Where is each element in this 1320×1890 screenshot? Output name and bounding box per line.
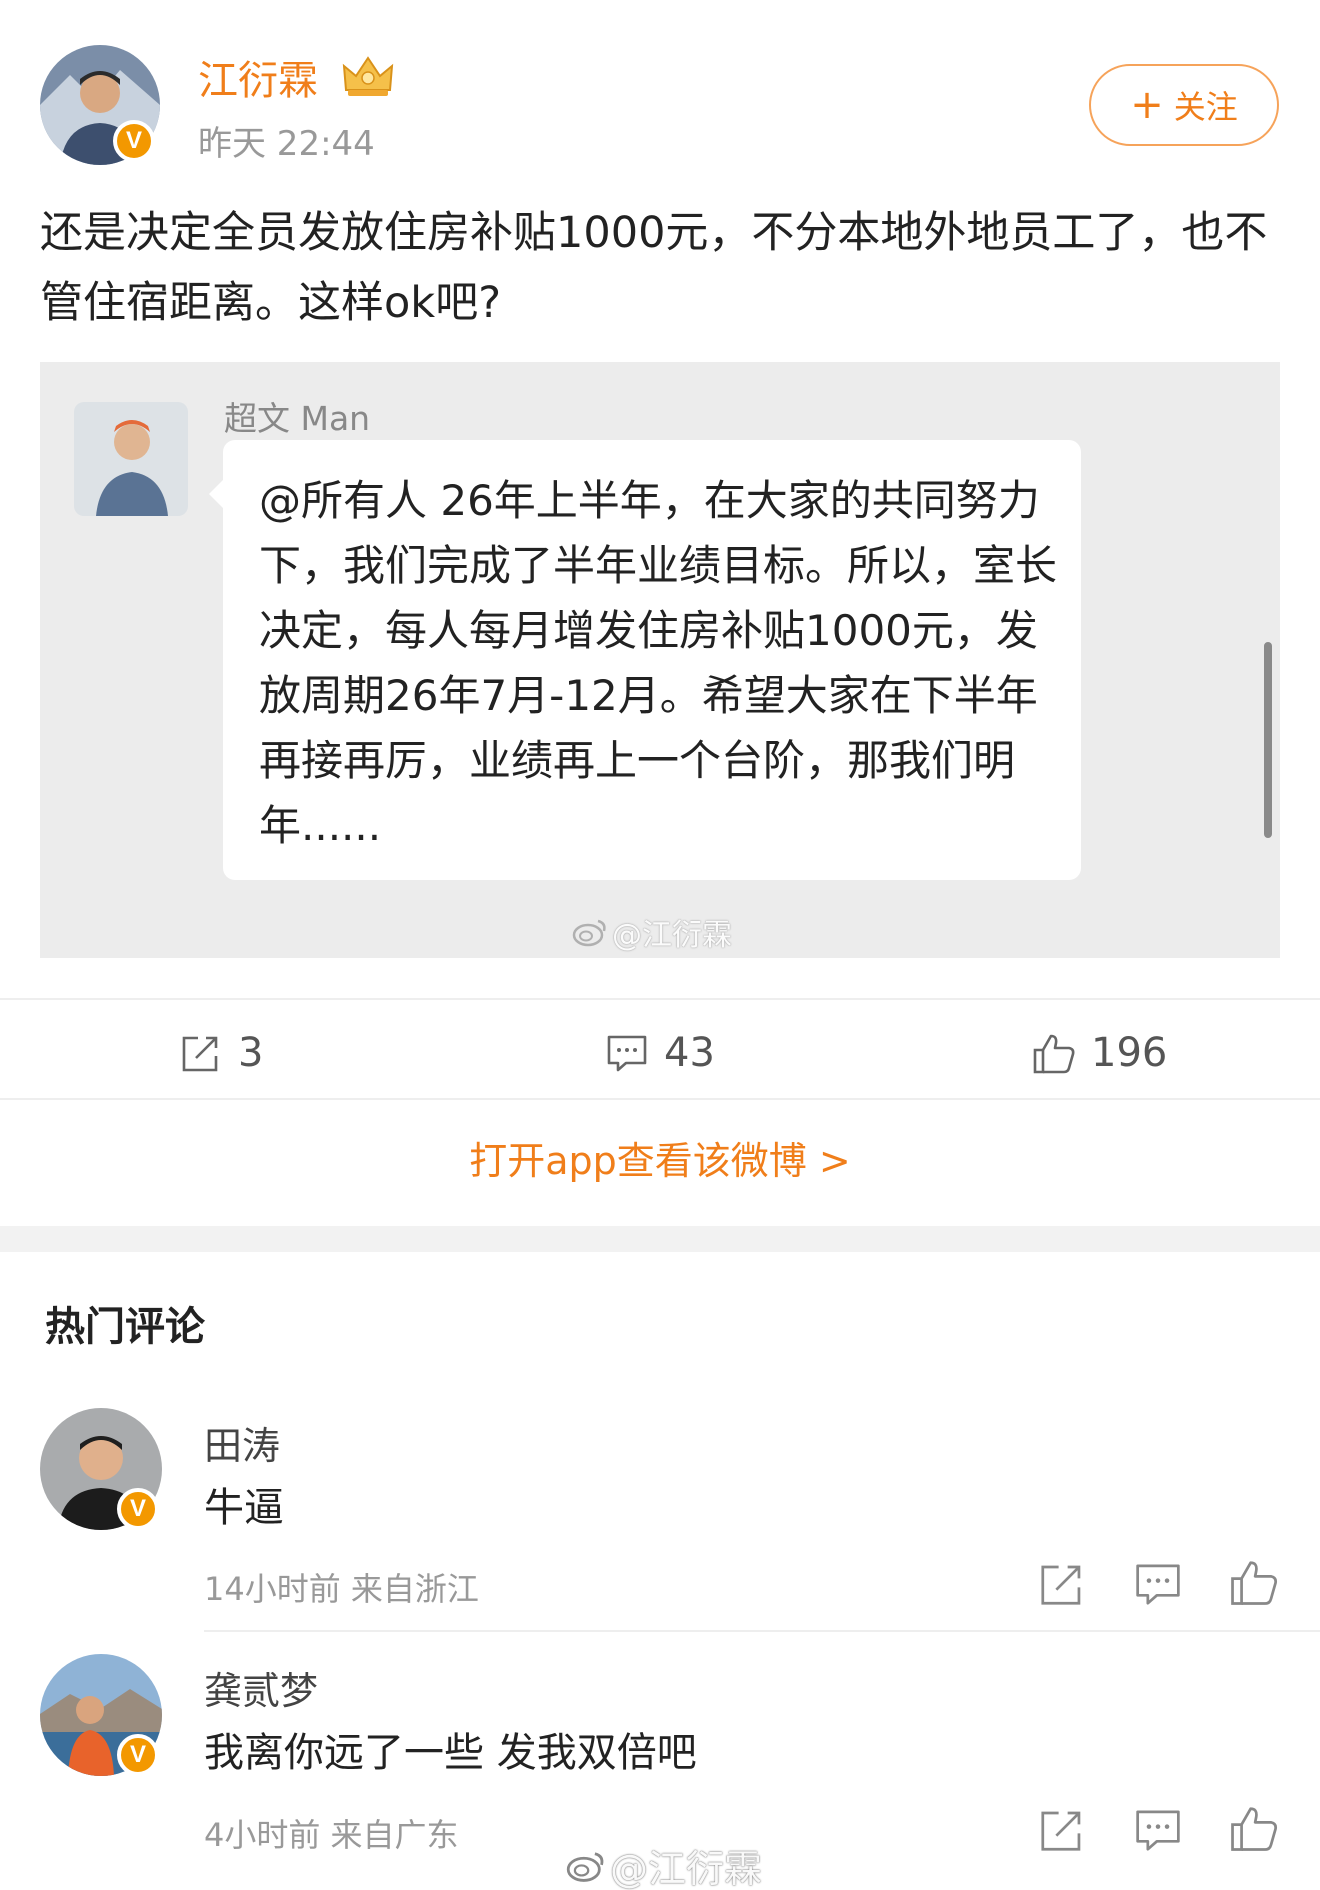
message-bubble: @所有人 26年上半年，在大家的共同努力下，我们完成了半年业绩目标。所以，室长决… <box>209 440 1081 880</box>
weibo-logo-icon <box>572 919 606 947</box>
like-icon[interactable] <box>1228 1802 1280 1854</box>
comment-meta: 4小时前 来自广东 <box>204 1816 459 1854</box>
verified-badge-icon: V <box>117 1734 159 1776</box>
follow-button[interactable]: + 关注 <box>1089 64 1279 146</box>
hot-comments-title: 热门评论 <box>45 1304 205 1350</box>
like-icon <box>1033 1034 1075 1074</box>
divider <box>0 1098 1320 1100</box>
plus-icon: + <box>1130 82 1164 128</box>
repost-icon[interactable] <box>1036 1558 1088 1610</box>
divider <box>204 1630 1320 1632</box>
card-avatar <box>74 402 188 516</box>
card-watermark: @江衍霖 <box>572 910 732 954</box>
follow-label: 关注 <box>1173 88 1238 126</box>
comment-icon[interactable] <box>1132 1804 1184 1856</box>
bottom-watermark: @江衍霖 <box>566 1838 762 1890</box>
comment-author[interactable]: 龚贰梦 <box>204 1660 318 1715</box>
comment-icon[interactable] <box>1132 1558 1184 1610</box>
post-timestamp: 昨天 22:44 <box>198 124 375 164</box>
card-watermark-text: @江衍霖 <box>612 918 732 953</box>
open-app-link[interactable]: 打开app查看该微博 > <box>0 1130 1320 1185</box>
verified-badge-icon: V <box>117 1488 159 1530</box>
like-count: 196 <box>1091 1030 1168 1076</box>
section-gap <box>0 1226 1320 1252</box>
weibo-logo-icon <box>566 1851 604 1882</box>
repost-button[interactable]: 3 <box>178 1025 263 1081</box>
comment-count: 43 <box>664 1030 715 1076</box>
divider <box>0 998 1320 1000</box>
comment-icon <box>607 1035 647 1072</box>
repost-icon <box>182 1036 218 1072</box>
repost-count: 3 <box>238 1030 264 1076</box>
comment-author[interactable]: 田涛 <box>204 1415 280 1470</box>
comment-button[interactable]: 43 <box>604 1025 715 1081</box>
message-text: @所有人 26年上半年，在大家的共同努力下，我们完成了半年业绩目标。所以，室长决… <box>259 476 1058 850</box>
card-sender-name: 超文 Man <box>224 399 371 438</box>
like-icon[interactable] <box>1228 1556 1280 1608</box>
comment-meta: 14小时前 来自浙江 <box>204 1570 479 1608</box>
bottom-watermark-text: @江衍霖 <box>610 1847 763 1890</box>
crown-icon <box>340 52 396 98</box>
post-text: 还是决定全员发放住房补贴1000元，不分本地外地员工了，也不管住宿距离。这样ok… <box>40 208 1268 328</box>
comment-text: 我离你远了一些 发我双倍吧 <box>204 1730 697 1776</box>
comment-text: 牛逼 <box>204 1485 284 1531</box>
scrollbar[interactable] <box>1264 642 1272 838</box>
verified-badge-icon: V <box>113 120 155 162</box>
repost-icon[interactable] <box>1036 1804 1088 1856</box>
post-author-name[interactable]: 江衍霖 <box>198 48 318 106</box>
like-button[interactable]: 196 <box>1031 1025 1167 1081</box>
embedded-image-card[interactable]: 超文 Man @所有人 26年上半年，在大家的共同努力下，我们完成了半年业绩目标… <box>40 362 1280 958</box>
